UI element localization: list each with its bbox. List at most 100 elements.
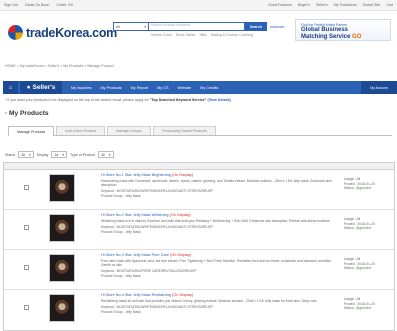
- row-checkbox[interactable]: [24, 185, 29, 190]
- popular-keyword[interactable]: Silks: [199, 33, 206, 37]
- popular-keyword[interactable]: Sewing & Cushion Covering: [211, 33, 253, 37]
- popular-keyword[interactable]: Vehicle Cover: [151, 33, 172, 37]
- page-title-text: My Products: [9, 110, 49, 117]
- product-thumbnail[interactable]: [49, 214, 75, 242]
- home-icon[interactable]: ⌂: [3, 81, 18, 94]
- table-row: Hi Store No.1 Star Jelly Mask Brightenin…: [4, 170, 394, 210]
- status-filter-value: All: [21, 152, 25, 157]
- nav-item-my-credits[interactable]: My Credits: [200, 86, 218, 90]
- status-filter-select[interactable]: All ▾: [18, 151, 34, 158]
- product-meta: Usage : All Posted : 2016-01-19 Status :…: [344, 297, 375, 311]
- display-filter-value: All: [54, 152, 59, 157]
- nav-item-my-report[interactable]: My Report: [131, 86, 149, 90]
- product-info: Hi Store No.4 Star Jelly Mask Revitalizi…: [101, 293, 339, 314]
- row-checkbox[interactable]: [24, 265, 29, 270]
- topbar-link-good-fortunes[interactable]: Good Fortunes: [268, 3, 292, 7]
- product-description: Pore care mask with hyaluronic acid, tea…: [101, 259, 332, 268]
- chevron-down-icon: ▾: [62, 152, 64, 157]
- search-button[interactable]: Search: [245, 22, 267, 31]
- product-group: Product Group : Jelly Mask: [101, 274, 141, 279]
- nav-item-website[interactable]: Website: [178, 86, 192, 90]
- tab-temporarily-saved[interactable]: Temporarily Saved Products: [152, 126, 216, 135]
- product-name-line: Hi Store No.3 Star Jelly Mask Pore Care …: [101, 253, 339, 257]
- product-status-label: Status :: [344, 226, 356, 231]
- product-status-line: Status : Approved: [344, 226, 375, 231]
- popular-keyword[interactable]: Stone Tables: [176, 33, 196, 37]
- product-keywords: Keyword : MOISTURIZING/WHITENING/RELAXIN…: [101, 305, 214, 310]
- row-checkbox[interactable]: [24, 225, 29, 230]
- tab-manage-products[interactable]: Manage Products: [8, 126, 55, 136]
- product-info: Hi Store No.1 Star Jelly Mask Brightenin…: [101, 173, 339, 198]
- search-input[interactable]: Search product keyword: [149, 22, 245, 31]
- notice-service-name: "Top Searched Keyword Service": [149, 98, 207, 102]
- topbar-link-my-tradeforce[interactable]: My Tradeforce: [334, 3, 357, 7]
- product-keywords: Keyword : MOISTURIZING/PORE CARE/REVITAL…: [101, 269, 197, 274]
- product-status-line: Status : Approved: [344, 306, 375, 311]
- table-row: Hi Store No.4 Star Jelly Mask Revitalizi…: [4, 290, 394, 330]
- status-badge: Approved: [356, 186, 371, 191]
- banner-heading-2-text: Matching Service: [301, 33, 351, 40]
- product-name-line: Hi Store No.2 Star Jelly Mask Whitening …: [101, 213, 339, 217]
- product-status-line: Status : Approved: [344, 186, 375, 191]
- type-filter-select[interactable]: All ▾: [98, 151, 114, 158]
- product-thumbnail[interactable]: [49, 174, 75, 202]
- type-filter-value: All: [101, 152, 105, 157]
- tab-add-new-product[interactable]: Add a New Product: [56, 126, 106, 135]
- tab-manage-groups[interactable]: Manage Groups: [107, 126, 151, 135]
- my-account-button[interactable]: My Account: [361, 81, 397, 94]
- product-name-line: Hi Store No.1 Star Jelly Mask Brightenin…: [101, 173, 339, 177]
- site-logo[interactable]: tradeKorea.com: [8, 25, 117, 40]
- view-details-link[interactable]: (View Details): [208, 98, 231, 102]
- product-name-link[interactable]: Hi Store No.1 Star Jelly Mask Brightenin…: [101, 173, 171, 177]
- nav-item-my-inquiries[interactable]: My Inquiries: [71, 86, 91, 90]
- product-status-label: Status :: [344, 306, 356, 311]
- advanced-search-link[interactable]: Advanced: [267, 22, 287, 31]
- product-info: Hi Store No.3 Star Jelly Mask Pore Care …: [101, 253, 339, 278]
- product-description: Revitalizing mask for dull skin that pro…: [101, 299, 317, 303]
- logo-text: tradeKorea.com: [26, 25, 117, 40]
- nav-item-my-products[interactable]: My Products: [100, 86, 121, 90]
- promo-notice: * If you want your products to be displa…: [5, 98, 231, 102]
- row-checkbox[interactable]: [24, 305, 29, 310]
- product-thumbnail[interactable]: [49, 254, 75, 282]
- product-info: Hi Store No.2 Star Jelly Mask Whitening …: [101, 213, 339, 234]
- sign-out-link[interactable]: Sign Out: [4, 3, 18, 7]
- product-table: Hi Store No.1 Star Jelly Mask Brightenin…: [3, 162, 395, 331]
- topbar-link-sellers[interactable]: Seller's: [316, 3, 328, 7]
- display-filter-select[interactable]: All ▾: [51, 151, 67, 158]
- nav-item-my-cs[interactable]: My CS: [157, 86, 168, 90]
- product-keywords: Keyword : MOISTURIZING/WHITENING/RELAXIN…: [101, 225, 214, 230]
- product-name-link[interactable]: Hi Store No.4 Star Jelly Mask Revitalizi…: [101, 293, 171, 297]
- product-meta: Usage : All Posted : 2016-01-19 Status :…: [344, 257, 375, 271]
- status-filter-label: Status: [5, 152, 16, 157]
- display-status-tag: (On Display): [170, 253, 192, 257]
- popular-keywords: Vehicle Cover Stone Tables Silks Sewing …: [113, 33, 288, 37]
- matching-service-banner[interactable]: Find the Perfect Match Partner Global Bu…: [295, 19, 391, 41]
- topbar-link-buyers[interactable]: Buyer's: [298, 3, 310, 7]
- product-meta: Usage : All Posted : 2016-01-19 Status :…: [344, 217, 375, 231]
- search-area: All ▾ Search product keyword Search Adva…: [113, 22, 288, 37]
- credit-link[interactable]: Credit: 0/0: [56, 3, 73, 7]
- sellers-menu-label: Seller's: [32, 84, 56, 91]
- chevron-down-icon: ▾: [108, 152, 111, 157]
- type-filter-label: Type of Product: [69, 152, 96, 157]
- product-description: Whitening mask rich in vitamin, Essence …: [101, 219, 330, 223]
- product-keywords: Keyword : MOISTURIZING/WHITENING/RELAXIN…: [101, 189, 214, 194]
- deals-link[interactable]: Deals On Boon: [25, 3, 49, 7]
- product-name-link[interactable]: Hi Store No.3 Star Jelly Mask Pore Care: [101, 253, 169, 257]
- display-status-tag: (On Display): [172, 293, 194, 297]
- banner-go-label: GO: [352, 33, 362, 40]
- table-row: Hi Store No.3 Star Jelly Mask Pore Care …: [4, 250, 394, 290]
- sellers-menu[interactable]: ● Seller's: [20, 81, 62, 94]
- product-name-link[interactable]: Hi Store No.2 Star Jelly Mask Whitening: [101, 213, 169, 217]
- topbar-link-global-site[interactable]: Global Site: [363, 3, 381, 7]
- product-group: Product Group : Jelly Mask: [101, 310, 141, 315]
- product-description: Moisturizing mask with Cloverleaf, carot…: [101, 179, 332, 188]
- topbar-link-cart[interactable]: Cart: [386, 3, 393, 7]
- display-filter-label: Display: [36, 152, 49, 157]
- product-status-label: Status :: [344, 266, 356, 271]
- product-group: Product Group : Jelly Mask: [101, 194, 141, 199]
- search-category-select[interactable]: All ▾: [113, 22, 149, 31]
- product-thumbnail[interactable]: [49, 294, 75, 322]
- page-title: · My Products: [5, 110, 49, 117]
